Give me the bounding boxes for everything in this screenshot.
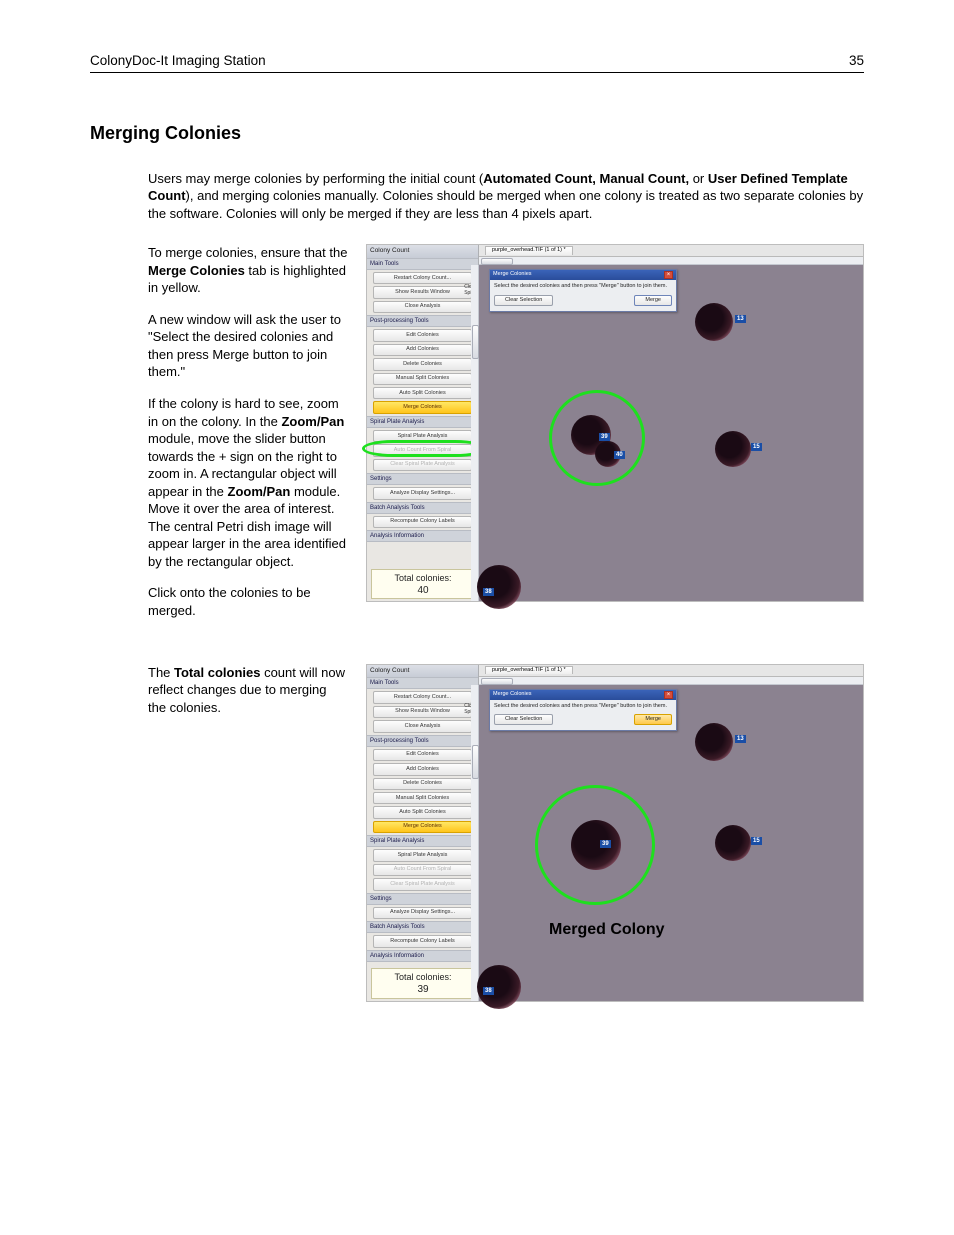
- vertical-scrollbar[interactable]: [471, 685, 479, 1001]
- add-colonies-button[interactable]: Add Colonies: [373, 344, 472, 356]
- dialog-message: Select the desired colonies and then pre…: [494, 703, 672, 710]
- dialog-title: Merge Colonies: [493, 691, 532, 698]
- image-viewer[interactable]: purple_overhead.TIF (1 of 1) * Merge Col…: [479, 665, 863, 1001]
- edit-colonies-button[interactable]: Edit Colonies: [373, 329, 472, 341]
- section-analysis-info: Analysis Information: [367, 530, 478, 542]
- sidebar-title: Colony Count: [367, 665, 478, 678]
- delete-colonies-button[interactable]: Delete Colonies: [373, 358, 472, 370]
- page-header: ColonyDoc-It Imaging Station 35: [90, 52, 864, 73]
- colony-label-38: 38: [483, 987, 494, 995]
- clear-spiral-button[interactable]: Clear Spiral Plate Analysis: [373, 878, 472, 890]
- close-icon[interactable]: ×: [664, 691, 673, 699]
- restart-button[interactable]: Restart Colony Count...: [373, 691, 472, 703]
- image-tab[interactable]: purple_overhead.TIF (1 of 1) *: [485, 666, 573, 674]
- colony-label-15: 15: [751, 837, 762, 845]
- manual-split-button[interactable]: Manual Split Colonies: [373, 373, 472, 385]
- image-viewer[interactable]: purple_overhead.TIF (1 of 1) * Merge Col…: [479, 245, 863, 601]
- merge-button[interactable]: Merge: [634, 714, 672, 725]
- horizontal-scrollbar[interactable]: [479, 257, 863, 265]
- merged-colony-caption: Merged Colony: [549, 919, 665, 941]
- recompute-labels-button[interactable]: Recompute Colony Labels: [373, 935, 472, 947]
- section-batch: Batch Analysis Tools: [367, 921, 478, 933]
- total-colonies-label: Total colonies:: [372, 971, 474, 983]
- edit-colonies-button[interactable]: Edit Colonies: [373, 749, 472, 761]
- colony[interactable]: [715, 825, 751, 861]
- section-post-processing: Post-processing Tools: [367, 315, 478, 327]
- dialog-message: Select the desired colonies and then pre…: [494, 283, 672, 290]
- header-page-number: 35: [849, 52, 864, 70]
- section-batch: Batch Analysis Tools: [367, 502, 478, 514]
- clear-selection-button[interactable]: Clear Selection: [494, 295, 553, 306]
- dialog-titlebar[interactable]: Merge Colonies ×: [490, 270, 676, 280]
- instruction-column-1: To merge colonies, ensure that the Merge…: [148, 244, 348, 633]
- merge-colonies-dialog: Merge Colonies × Select the desired colo…: [489, 689, 677, 732]
- image-tab[interactable]: purple_overhead.TIF (1 of 1) *: [485, 246, 573, 254]
- colony-label-40: 40: [614, 451, 625, 459]
- total-colonies-box: Total colonies: 39: [371, 968, 475, 999]
- clear-spiral-button[interactable]: Clear Spiral Plate Analysis: [373, 459, 472, 471]
- total-colonies-value: 39: [372, 983, 474, 997]
- colony-label-38: 38: [483, 588, 494, 596]
- merge-colonies-dialog: Merge Colonies × Select the desired colo…: [489, 269, 677, 312]
- image-tabbar: purple_overhead.TIF (1 of 1) *: [479, 665, 863, 677]
- header-title: ColonyDoc-It Imaging Station: [90, 52, 266, 70]
- intro-paragraph: Users may merge colonies by performing t…: [148, 170, 864, 223]
- colony[interactable]: [695, 723, 733, 761]
- colony[interactable]: [477, 565, 521, 609]
- spiral-analysis-button[interactable]: Spiral Plate Analysis: [373, 849, 472, 861]
- section-spiral-plate: Spiral Plate Analysis: [367, 835, 478, 847]
- section-settings: Settings: [367, 893, 478, 905]
- merge-colonies-button[interactable]: Merge Colonies: [373, 401, 472, 413]
- section-analysis-info: Analysis Information: [367, 950, 478, 962]
- colony-label-13: 13: [735, 735, 746, 743]
- auto-spiral-button[interactable]: Auto Count From Spiral: [373, 444, 472, 456]
- colony-label-13: 13: [735, 315, 746, 323]
- manual-split-button[interactable]: Manual Split Colonies: [373, 792, 472, 804]
- auto-split-button[interactable]: Auto Split Colonies: [373, 806, 472, 818]
- clear-selection-button[interactable]: Clear Selection: [494, 714, 553, 725]
- merge-button[interactable]: Merge: [634, 295, 672, 306]
- section-main-tools: Main Tools: [367, 258, 478, 270]
- display-settings-button[interactable]: Analyze Display Settings...: [373, 487, 472, 499]
- restart-button[interactable]: Restart Colony Count...: [373, 272, 472, 284]
- auto-spiral-button[interactable]: Auto Count From Spiral: [373, 864, 472, 876]
- add-colonies-button[interactable]: Add Colonies: [373, 763, 472, 775]
- section-spiral-plate: Spiral Plate Analysis: [367, 416, 478, 428]
- spiral-analysis-button[interactable]: Spiral Plate Analysis: [373, 430, 472, 442]
- display-settings-button[interactable]: Analyze Display Settings...: [373, 907, 472, 919]
- delete-colonies-button[interactable]: Delete Colonies: [373, 778, 472, 790]
- dialog-titlebar[interactable]: Merge Colonies ×: [490, 690, 676, 700]
- auto-split-button[interactable]: Auto Split Colonies: [373, 387, 472, 399]
- close-analysis-button[interactable]: Close Analysis: [373, 301, 472, 313]
- dialog-title: Merge Colonies: [493, 271, 532, 278]
- section-post-processing: Post-processing Tools: [367, 735, 478, 747]
- tool-sidebar: Colony Count Main Tools Restart Colony C…: [367, 245, 479, 601]
- screenshot-before-merge: Colony Count Main Tools Restart Colony C…: [366, 244, 864, 602]
- colony-label-39: 39: [599, 433, 610, 441]
- vertical-scrollbar[interactable]: [471, 265, 479, 601]
- tool-sidebar: Colony Count Main Tools Restart Colony C…: [367, 665, 479, 1001]
- close-icon[interactable]: ×: [664, 271, 673, 279]
- total-colonies-value: 40: [372, 584, 474, 598]
- total-colonies-label: Total colonies:: [372, 572, 474, 584]
- colony-label-15: 15: [751, 443, 762, 451]
- show-results-button[interactable]: Show Results Window: [373, 286, 472, 298]
- image-tabbar: purple_overhead.TIF (1 of 1) *: [479, 245, 863, 257]
- section-main-tools: Main Tools: [367, 677, 478, 689]
- merge-colonies-button[interactable]: Merge Colonies: [373, 821, 472, 833]
- instruction-column-2: The Total colonies count will now reflec…: [148, 664, 348, 1002]
- colony[interactable]: [715, 431, 751, 467]
- horizontal-scrollbar[interactable]: [479, 677, 863, 685]
- section-title: Merging Colonies: [90, 121, 864, 145]
- colony-merged[interactable]: [571, 820, 621, 870]
- section-settings: Settings: [367, 473, 478, 485]
- screenshot-after-merge: Colony Count Main Tools Restart Colony C…: [366, 664, 864, 1002]
- recompute-labels-button[interactable]: Recompute Colony Labels: [373, 516, 472, 528]
- show-results-button[interactable]: Show Results Window: [373, 706, 472, 718]
- close-analysis-button[interactable]: Close Analysis: [373, 720, 472, 732]
- total-colonies-box: Total colonies: 40: [371, 569, 475, 600]
- sidebar-title: Colony Count: [367, 245, 478, 258]
- colony[interactable]: [695, 303, 733, 341]
- colony-label-39: 39: [600, 840, 611, 848]
